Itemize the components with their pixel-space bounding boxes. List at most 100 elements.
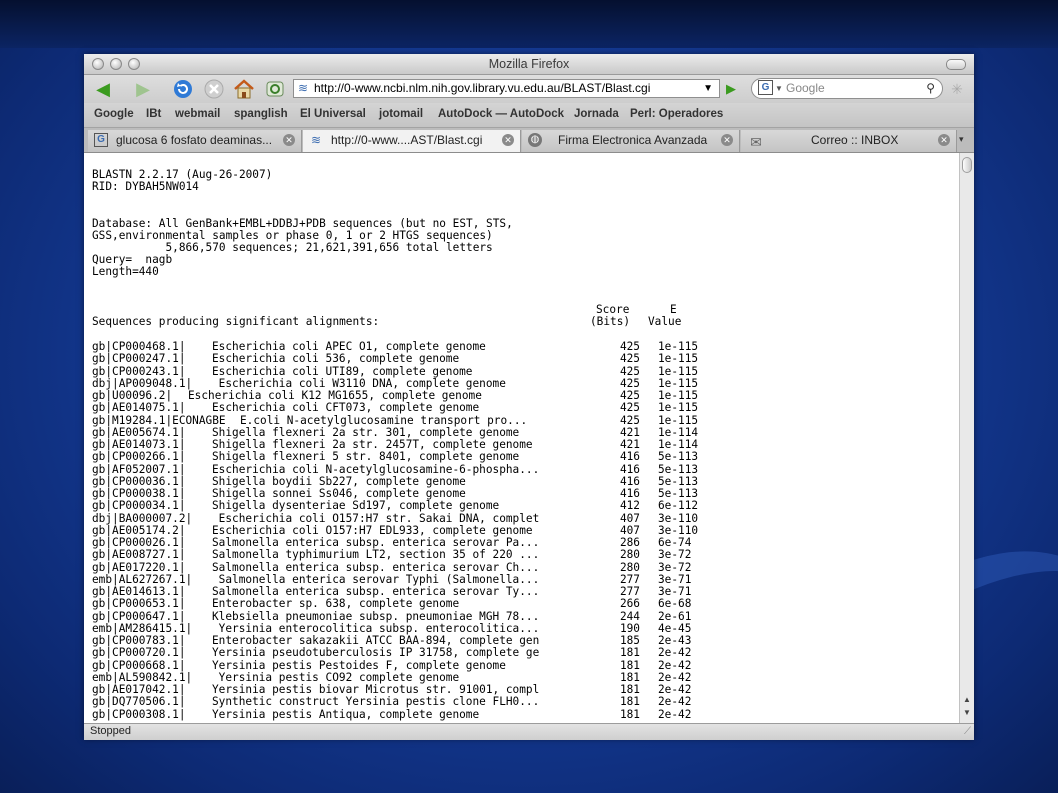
toolbar-toggle-button[interactable]	[946, 59, 966, 70]
hit-accession-link[interactable]: gb|CP000308.1|	[92, 708, 186, 721]
globe-icon: ◍	[528, 133, 542, 147]
bookmark-google[interactable]: Google	[94, 108, 134, 120]
bookmark-jornada[interactable]: Jornada	[574, 108, 619, 120]
page-content: BLASTN 2.2.17 (Aug-26-2007) RID: DYBAH5N…	[84, 153, 960, 723]
google-icon: G	[758, 80, 773, 95]
hit-score-link[interactable]: 266	[604, 598, 640, 610]
search-input[interactable]: G ▼ Google ⚲	[751, 78, 943, 99]
bookmark-webmail[interactable]: webmail	[175, 108, 220, 120]
go-icon[interactable]: ▶	[723, 78, 739, 100]
hit-accession-link[interactable]: gb|CP000034.1|	[92, 500, 186, 512]
hit-description: Salmonella enterica subsp. enterica sero…	[212, 560, 540, 574]
status-text: Stopped	[90, 725, 131, 737]
hit-description: Escherichia coli UTI89, complete genome	[212, 364, 473, 378]
bookmark-ibt[interactable]: IBt	[146, 108, 161, 120]
bookmark-page-icon[interactable]	[263, 78, 287, 100]
hit-accession-link[interactable]: gb|CP000266.1|	[92, 451, 186, 463]
url-dropdown-icon[interactable]: ▼	[703, 80, 713, 97]
hit-score-link[interactable]: 181	[604, 647, 640, 659]
stop-icon[interactable]	[203, 78, 225, 100]
reload-icon[interactable]	[172, 78, 194, 100]
hit-score-link[interactable]: 181	[604, 659, 640, 672]
mail-icon: ✉	[750, 134, 762, 150]
hit-evalue: 1e-115	[658, 401, 699, 415]
hit-accession-link[interactable]: gb|AE017220.1|	[92, 561, 186, 574]
hit-score-link[interactable]: 425	[604, 365, 640, 378]
hit-accession-link[interactable]: gb|CP000668.1|	[92, 659, 186, 672]
hit-accession-link[interactable]: gb|CP000243.1|	[92, 365, 186, 378]
window-title: Mozilla Firefox	[488, 57, 570, 71]
hit-description: Shigella dysenteriae Sd197, complete gen…	[212, 499, 500, 513]
hit-description: Escherichia coli O157:H7 str. Sakai DNA,…	[212, 511, 540, 525]
hit-score-link[interactable]: 280	[604, 549, 640, 561]
home-icon[interactable]	[232, 78, 256, 100]
tab-blast[interactable]: ≋ http://0-www....AST/Blast.cgi ✕	[303, 130, 521, 152]
hit-evalue: 1e-115	[658, 364, 699, 378]
scroll-thumb[interactable]	[962, 157, 972, 173]
hit-score-link[interactable]: 416	[604, 451, 640, 463]
tab-glucosa[interactable]: G glucosa 6 fosfato deaminas... ✕	[88, 130, 302, 152]
tab-correo[interactable]: ✉ Correo :: INBOX ✕	[741, 130, 957, 152]
hit-accession-link[interactable]: gb|AF052007.1|	[92, 463, 186, 476]
bookmark-el-universal[interactable]: El Universal	[300, 108, 366, 120]
hit-score-link[interactable]: 425	[604, 353, 640, 365]
tab-list-icon[interactable]: ▾	[959, 134, 964, 145]
hit-evalue: 6e-68	[658, 597, 692, 611]
bookmark-perl-operadores[interactable]: Perl: Operadores	[630, 108, 723, 120]
hit-accession-link[interactable]: dbj|BA000007.2|	[92, 512, 192, 525]
bookmark-jotomail[interactable]: jotomail	[379, 108, 423, 120]
hit-evalue: 6e-112	[658, 499, 699, 513]
tab-firma[interactable]: ◍ Firma Electronica Avanzada ✕	[522, 130, 740, 152]
hit-description: Klebsiella pneumoniae subsp. pneumoniae …	[212, 609, 540, 623]
hit-accession-link[interactable]: gb|CP000247.1|	[92, 353, 186, 365]
close-tab-icon[interactable]: ✕	[721, 134, 733, 146]
hit-description: Escherichia coli N-acetylglucosamine-6-p…	[212, 462, 540, 476]
hit-evalue: 3e-110	[658, 511, 699, 525]
hit-accession-link[interactable]: gb|CP000720.1|	[92, 647, 186, 659]
alignments-header: Sequences producing significant alignmen…	[92, 315, 380, 328]
hit-accession-link[interactable]: gb|CP000653.1|	[92, 598, 186, 610]
bookmark-spanglish[interactable]: spanglish	[234, 108, 288, 120]
url-bar[interactable]: ≋ http://0-www.ncbi.nlm.nih.gov.library.…	[293, 79, 720, 98]
hit-accession-link[interactable]: gb|AE014075.1|	[92, 402, 186, 414]
bookmarks-toolbar: Google IBt webmail spanglish El Universa…	[84, 103, 974, 128]
hit-accession-link[interactable]: gb|DQ770506.1|	[92, 696, 186, 708]
close-tab-icon[interactable]: ✕	[938, 134, 950, 146]
hit-score-link[interactable]: 280	[604, 561, 640, 574]
hit-score-link[interactable]: 181	[604, 696, 640, 708]
hit-description: Yersinia pestis Pestoides F, complete ge…	[212, 658, 506, 672]
forward-arrow-icon[interactable]: ▶	[128, 78, 158, 100]
blast-rid: RID: DYBAH5NW014	[92, 180, 199, 193]
close-tab-icon[interactable]: ✕	[283, 134, 295, 146]
hit-score-link[interactable]: 412	[604, 500, 640, 512]
hit-description: Enterobacter sp. 638, complete genome	[212, 597, 460, 611]
hit-evalue: 1e-115	[658, 352, 699, 366]
hit-score-link[interactable]: 416	[604, 463, 640, 476]
hit-score-link[interactable]: 244	[604, 610, 640, 623]
slide-top-band	[0, 0, 1058, 48]
close-tab-icon[interactable]: ✕	[502, 134, 514, 146]
bookmark-autodock[interactable]: AutoDock — AutoDock	[438, 108, 564, 120]
search-icon[interactable]: ⚲	[926, 79, 935, 98]
hit-evalue: 3e-72	[658, 560, 692, 574]
google-icon: G	[94, 133, 108, 147]
hit-accession-link[interactable]: gb|M19284.1|ECONAGBE	[92, 414, 226, 427]
hit-accession-link[interactable]: gb|CP000647.1|	[92, 610, 186, 623]
back-arrow-icon[interactable]: ◀	[88, 78, 118, 100]
hit-score-link[interactable]: 425	[604, 402, 640, 414]
hit-score-link[interactable]: 407	[604, 512, 640, 525]
browser-window: Mozilla Firefox ◀ ▶ ≋ http://0-www.ncbi.…	[84, 54, 974, 740]
hit-evalue: 5e-113	[658, 462, 699, 476]
scroll-down-icon[interactable]: ▼	[962, 708, 972, 717]
vertical-scrollbar[interactable]: ▲ ▼	[959, 153, 974, 723]
hit-description: Shigella flexneri 5 str. 8401, complete …	[212, 450, 520, 464]
scroll-up-icon[interactable]: ▲	[962, 695, 972, 704]
hit-score-link[interactable]: 425	[604, 414, 640, 427]
hit-description: Yersinia pestis Antiqua, complete genome	[212, 707, 480, 721]
search-engine-dropdown-icon[interactable]: ▼	[775, 79, 783, 98]
hit-description: Synthetic construct Yersinia pestis clon…	[212, 695, 540, 709]
resize-grip-icon[interactable]: ⟋	[964, 726, 971, 737]
hit-description: Yersinia pseudotuberculosis IP 31758, co…	[212, 646, 540, 660]
hit-accession-link[interactable]: gb|AE008727.1|	[92, 549, 186, 561]
hit-score-link[interactable]: 181	[604, 708, 640, 721]
